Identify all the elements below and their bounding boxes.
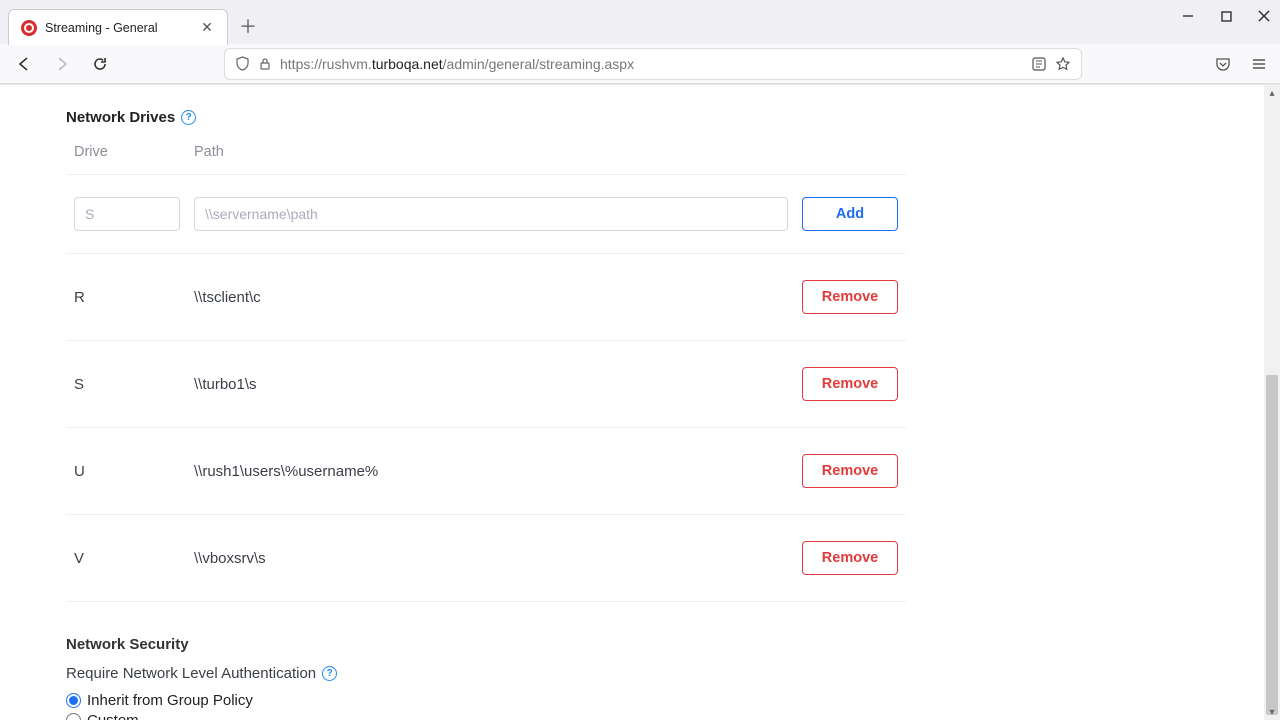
address-bar[interactable]: https://rushvm.turboqa.net/admin/general… bbox=[224, 48, 1082, 80]
remove-button[interactable]: Remove bbox=[802, 367, 898, 401]
table-row: U \\rush1\users\%username% Remove bbox=[66, 428, 906, 515]
drive-path: \\vboxsrv\s bbox=[194, 550, 802, 567]
reload-button[interactable] bbox=[86, 50, 114, 78]
table-row: V \\vboxsrv\s Remove bbox=[66, 515, 906, 602]
remove-button[interactable]: Remove bbox=[802, 454, 898, 488]
drive-letter: U bbox=[74, 463, 194, 480]
scroll-down-icon[interactable]: ▾ bbox=[1264, 704, 1280, 720]
col-drive-label: Drive bbox=[74, 144, 194, 160]
remove-button[interactable]: Remove bbox=[802, 541, 898, 575]
pocket-icon[interactable] bbox=[1212, 53, 1234, 75]
shield-icon[interactable] bbox=[235, 56, 250, 71]
close-tab-icon[interactable]: ✕ bbox=[199, 20, 215, 36]
drive-path-input[interactable] bbox=[194, 197, 788, 231]
tab-favicon bbox=[21, 20, 37, 36]
table-row: R \\tsclient\c Remove bbox=[66, 254, 906, 341]
drive-path: \\turbo1\s bbox=[194, 376, 802, 393]
tab-title: Streaming - General bbox=[45, 21, 191, 35]
page-content: Network Drives ? Drive Path Add bbox=[0, 85, 1264, 720]
col-path-label: Path bbox=[194, 144, 778, 160]
browser-tab[interactable]: Streaming - General ✕ bbox=[8, 9, 228, 45]
vertical-scrollbar[interactable]: ▴ ▾ bbox=[1264, 85, 1280, 720]
drive-path: \\rush1\users\%username% bbox=[194, 463, 802, 480]
url-text: https://rushvm.turboqa.net/admin/general… bbox=[280, 56, 1023, 72]
radio-custom[interactable]: Custom bbox=[66, 712, 906, 720]
window-maximize-button[interactable] bbox=[1216, 6, 1236, 26]
help-icon[interactable]: ? bbox=[181, 110, 196, 125]
reader-mode-icon[interactable] bbox=[1031, 56, 1047, 72]
radio-inherit-input[interactable] bbox=[66, 693, 81, 708]
drive-letter: S bbox=[74, 376, 194, 393]
network-security-heading: Network Security bbox=[66, 636, 906, 653]
browser-toolbar: https://rushvm.turboqa.net/admin/general… bbox=[0, 44, 1280, 84]
window-minimize-button[interactable] bbox=[1178, 6, 1198, 26]
new-tab-button[interactable]: ＋ bbox=[234, 12, 262, 40]
window-close-button[interactable] bbox=[1254, 6, 1274, 26]
drive-path: \\tsclient\c bbox=[194, 289, 802, 306]
drive-letter: V bbox=[74, 550, 194, 567]
scrollbar-thumb[interactable] bbox=[1266, 375, 1278, 715]
add-button[interactable]: Add bbox=[802, 197, 898, 231]
table-header: Drive Path bbox=[66, 144, 906, 175]
network-drives-heading: Network Drives ? bbox=[66, 109, 906, 126]
bookmark-star-icon[interactable] bbox=[1055, 56, 1071, 72]
nla-label: Require Network Level Authentication ? bbox=[66, 665, 906, 682]
back-button[interactable] bbox=[10, 50, 38, 78]
app-menu-icon[interactable] bbox=[1248, 53, 1270, 75]
radio-inherit[interactable]: Inherit from Group Policy bbox=[66, 692, 906, 709]
add-drive-row: Add bbox=[66, 175, 906, 254]
drive-letter: R bbox=[74, 289, 194, 306]
drive-letter-input[interactable] bbox=[74, 197, 180, 231]
lock-icon[interactable] bbox=[258, 57, 272, 71]
scroll-up-icon[interactable]: ▴ bbox=[1264, 85, 1280, 101]
forward-button[interactable] bbox=[48, 50, 76, 78]
radio-custom-input[interactable] bbox=[66, 713, 81, 720]
remove-button[interactable]: Remove bbox=[802, 280, 898, 314]
table-row: S \\turbo1\s Remove bbox=[66, 341, 906, 428]
help-icon[interactable]: ? bbox=[322, 666, 337, 681]
browser-tab-bar: Streaming - General ✕ ＋ bbox=[0, 0, 1280, 44]
